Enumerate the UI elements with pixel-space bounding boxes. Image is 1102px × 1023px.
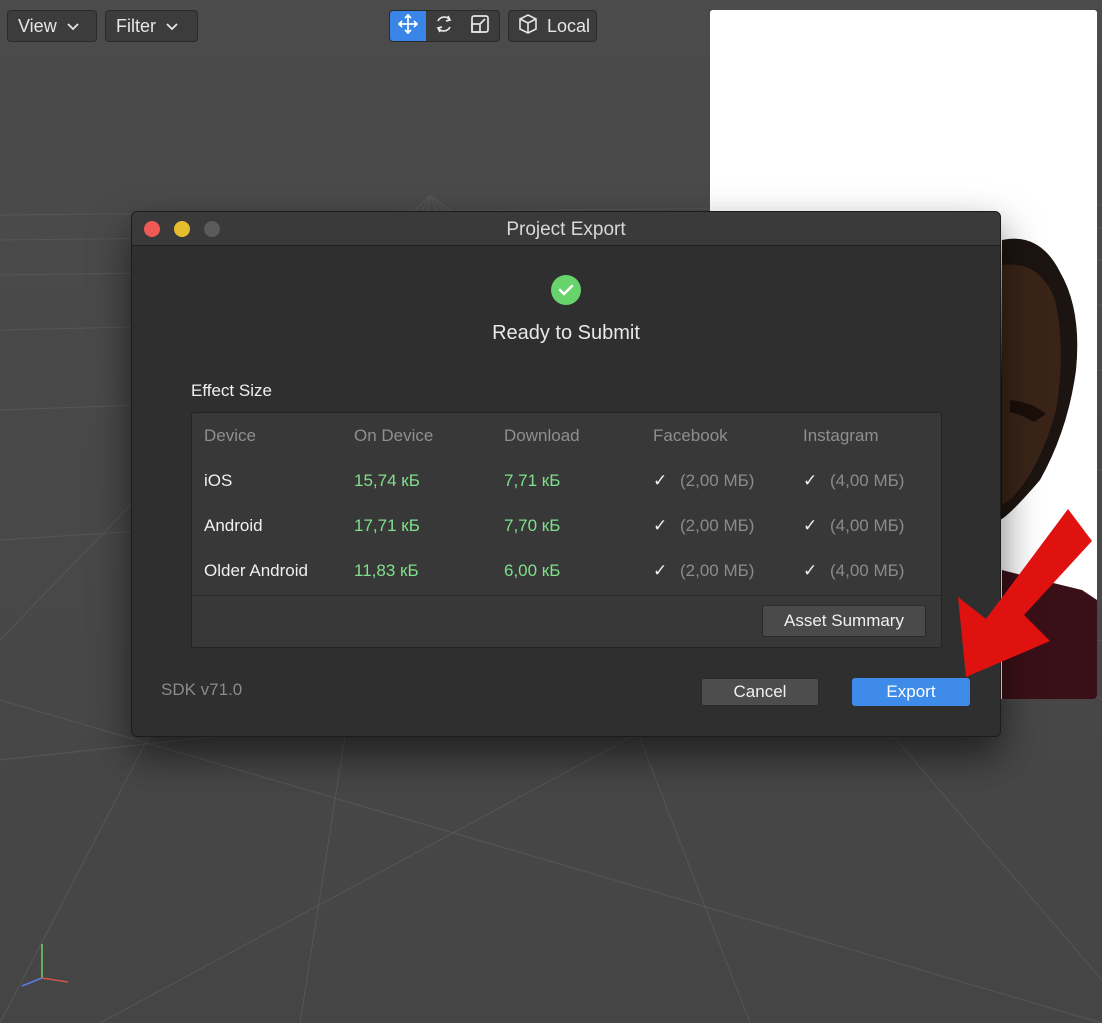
device-name: Android — [204, 516, 263, 535]
status-message: Ready to Submit — [492, 322, 640, 344]
download-size: 7,70 кБ — [504, 516, 561, 535]
column-header-download: Download — [504, 426, 580, 445]
rotate-icon — [433, 13, 455, 40]
local-space-toggle[interactable]: Local — [508, 10, 597, 42]
asset-summary-button[interactable]: Asset Summary — [762, 605, 926, 637]
instagram-limit: (4,00 МБ) — [830, 561, 905, 580]
device-name: iOS — [204, 471, 233, 490]
instagram-check-icon: ✓ — [803, 471, 818, 490]
project-export-dialog: Project Export Ready to Submit Effect Si… — [131, 211, 1001, 737]
axis-gizmo — [18, 940, 78, 995]
facebook-check-icon: ✓ — [653, 561, 668, 580]
on-device-size: 11,83 кБ — [354, 561, 419, 580]
download-size: 7,71 кБ — [504, 471, 561, 490]
view-menu-label: View — [18, 15, 57, 36]
chevron-down-icon — [67, 20, 79, 34]
facebook-limit: (2,00 МБ) — [680, 471, 755, 490]
scale-tool-button[interactable] — [462, 11, 498, 41]
arrow-annotation — [940, 505, 1100, 690]
local-label: Local — [547, 15, 591, 36]
chevron-down-icon — [166, 20, 178, 34]
column-header-on-device: On Device — [354, 426, 434, 445]
filter-menu-label: Filter — [116, 15, 156, 36]
on-device-size: 15,74 кБ — [354, 471, 420, 490]
checkmark-icon — [551, 275, 581, 305]
facebook-check-icon: ✓ — [653, 516, 668, 535]
cancel-button[interactable]: Cancel — [701, 678, 819, 706]
column-header-instagram: Instagram — [803, 426, 879, 445]
facebook-check-icon: ✓ — [653, 471, 668, 490]
dialog-title: Project Export — [506, 219, 626, 240]
move-tool-button[interactable] — [390, 11, 426, 41]
table-divider — [192, 595, 941, 596]
rotate-tool-button[interactable] — [426, 11, 462, 41]
device-name: Older Android — [204, 561, 308, 580]
download-size: 6,00 кБ — [504, 561, 561, 580]
instagram-limit: (4,00 МБ) — [830, 471, 905, 490]
on-device-size: 17,71 кБ — [354, 516, 420, 535]
facebook-limit: (2,00 МБ) — [680, 516, 755, 535]
dialog-titlebar: Project Export — [132, 212, 1000, 246]
move-icon — [397, 13, 419, 40]
transform-tool-group — [389, 10, 500, 42]
instagram-check-icon: ✓ — [803, 561, 818, 580]
sdk-version: SDK v71.0 — [161, 680, 243, 699]
cube-icon — [517, 13, 539, 40]
effect-size-heading: Effect Size — [191, 381, 272, 400]
instagram-limit: (4,00 МБ) — [830, 516, 905, 535]
instagram-check-icon: ✓ — [803, 516, 818, 535]
effect-size-table: Device On Device Download Facebook Insta… — [191, 412, 942, 648]
filter-menu-button[interactable]: Filter — [105, 10, 198, 42]
scale-icon — [469, 13, 491, 40]
column-header-facebook: Facebook — [653, 426, 728, 445]
facebook-limit: (2,00 МБ) — [680, 561, 755, 580]
column-header-device: Device — [204, 426, 256, 445]
view-menu-button[interactable]: View — [7, 10, 97, 42]
